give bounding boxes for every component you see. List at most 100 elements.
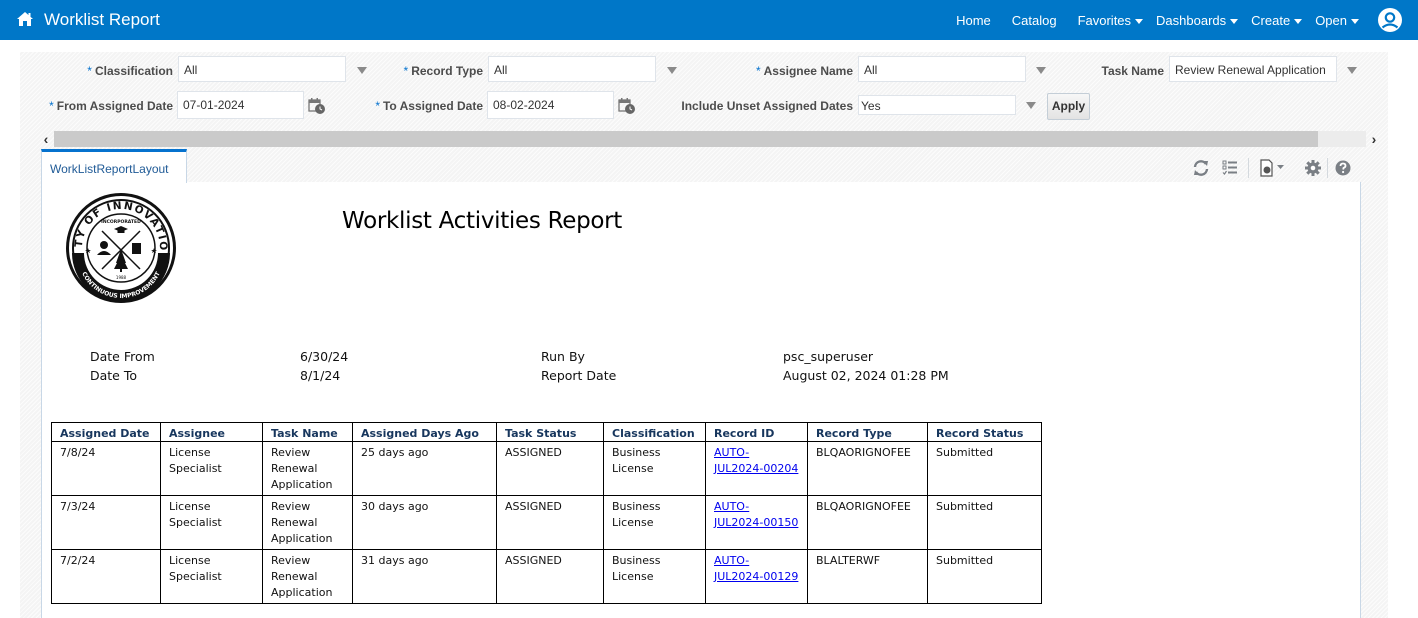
from-assigned-date-label-text: From Assigned Date <box>56 99 173 113</box>
task-name-label-text: Task Name <box>1101 64 1164 78</box>
export-icon[interactable] <box>1259 159 1287 177</box>
record-id-cell: AUTO-JUL2024-00129 <box>705 549 808 604</box>
record-type-select[interactable]: All <box>488 56 656 82</box>
include-unset-label: Include Unset Assigned Dates <box>681 99 853 113</box>
table-row: 7/2/24 License Specialist Review Renewal… <box>51 549 1042 604</box>
table-header-row: Assigned Date Assignee Task Name Assigne… <box>51 422 1042 442</box>
nav-favorites-label: Favorites <box>1077 12 1132 28</box>
record-id-link[interactable]: AUTO-JUL2024-00150 <box>714 500 798 529</box>
record-type-cell: BLQAORIGNOFEE <box>807 441 928 496</box>
home-icon[interactable] <box>16 11 34 27</box>
user-avatar-icon[interactable] <box>1378 8 1402 32</box>
date-to-value: 8/1/24 <box>300 368 341 383</box>
include-unset-dropdown-icon[interactable] <box>1026 102 1036 109</box>
assignee-name-label: * Assignee Name <box>756 64 853 78</box>
nav-catalog-label: Catalog <box>1011 12 1057 28</box>
tab-worklist-report-layout[interactable]: WorkListReportLayout <box>41 149 187 183</box>
calendar-icon[interactable] <box>308 97 326 115</box>
record-status-cell: Submitted <box>927 495 1042 550</box>
scroll-right-icon[interactable]: › <box>1366 131 1382 147</box>
column-header: Assigned Days Ago <box>352 422 497 442</box>
caret-down-icon <box>1294 18 1303 24</box>
record-type-cell: BLALTERWF <box>807 549 928 604</box>
record-type-label-text: Record Type <box>411 64 483 78</box>
task-status-cell: ASSIGNED <box>496 549 604 604</box>
required-marker: * <box>755 64 761 78</box>
column-header: Record Type <box>807 422 928 442</box>
classification-cell: Business License <box>603 441 706 496</box>
table-row: 7/3/24 License Specialist Review Renewal… <box>51 495 1042 550</box>
column-header: Classification <box>603 422 706 442</box>
record-id-cell: AUTO-JUL2024-00150 <box>705 495 808 550</box>
classification-cell: Business License <box>603 549 706 604</box>
nav-home[interactable]: Home <box>956 13 991 28</box>
global-nav: Home Catalog Favorites Dashboards Create… <box>956 0 1418 40</box>
report-title: Worklist Activities Report <box>342 208 623 234</box>
task-name-select[interactable]: Review Renewal Application <box>1169 56 1337 82</box>
settings-icon[interactable] <box>1304 159 1322 177</box>
required-marker: * <box>87 64 92 78</box>
record-id-link[interactable]: AUTO-JUL2024-00129 <box>714 554 798 583</box>
task-name-cell: Review Renewal Application <box>262 549 353 604</box>
include-unset-select[interactable]: Yes <box>858 95 1016 115</box>
required-marker: * <box>49 99 54 113</box>
caret-down-icon <box>1230 18 1239 24</box>
record-type-cell: BLQAORIGNOFEE <box>807 495 928 550</box>
top-bar: Worklist Report Home Catalog Favorites D… <box>0 0 1418 40</box>
classification-dropdown-icon[interactable] <box>357 67 367 74</box>
horizontal-scrollbar[interactable]: ‹ › <box>38 131 1383 147</box>
nav-favorites[interactable]: Favorites <box>1077 12 1144 28</box>
column-header: Record ID <box>705 422 808 442</box>
app-title: Worklist Report <box>44 10 160 29</box>
list-icon[interactable] <box>1221 159 1239 177</box>
nav-create-label: Create <box>1251 12 1291 28</box>
from-assigned-date-label: * From Assigned Date <box>49 99 173 113</box>
caret-down-icon <box>1351 18 1359 24</box>
report-date-label: Report Date <box>541 368 617 383</box>
days-ago-cell: 31 days ago <box>352 549 497 604</box>
run-by-value: psc_superuser <box>783 349 874 364</box>
task-name-cell: Review Renewal Application <box>262 441 353 496</box>
record-id-link[interactable]: AUTO-JUL2024-00204 <box>714 446 798 475</box>
report-date-value: August 02, 2024 01:28 PM <box>783 368 949 383</box>
assigned-date-cell: 7/8/24 <box>51 441 161 496</box>
assigned-date-cell: 7/3/24 <box>51 495 161 550</box>
assignee-name-dropdown-icon[interactable] <box>1036 67 1046 74</box>
nav-open[interactable]: Open <box>1315 13 1359 28</box>
column-header: Assignee <box>160 422 263 442</box>
task-name-label: Task Name <box>1102 64 1164 78</box>
apply-button[interactable]: Apply <box>1047 93 1090 120</box>
run-by-label: Run By <box>541 349 585 364</box>
record-status-cell: Submitted <box>927 441 1042 496</box>
logo-year: 1988 <box>116 275 127 280</box>
worklist-table: Assigned Date Assignee Task Name Assigne… <box>51 422 1042 604</box>
scroll-left-icon[interactable]: ‹ <box>38 131 54 147</box>
scrollbar-thumb[interactable] <box>54 131 1318 147</box>
date-to-label: Date To <box>90 368 138 383</box>
calendar-icon[interactable] <box>618 97 636 115</box>
classification-label: * Classification <box>87 64 173 78</box>
nav-dashboards[interactable]: Dashboards <box>1156 12 1239 28</box>
classification-cell: Business License <box>603 495 706 550</box>
nav-create[interactable]: Create <box>1251 12 1303 28</box>
record-type-dropdown-icon[interactable] <box>667 67 677 74</box>
required-marker: * <box>375 99 380 113</box>
help-icon[interactable] <box>1334 159 1352 177</box>
to-assigned-date-input[interactable]: 08-02-2024 <box>487 91 614 119</box>
classification-select[interactable]: All <box>178 56 346 82</box>
from-assigned-date-input[interactable]: 07-01-2024 <box>177 91 304 119</box>
task-status-cell: ASSIGNED <box>496 441 604 496</box>
assignee-name-select[interactable]: All <box>858 56 1026 82</box>
refresh-icon[interactable] <box>1192 159 1210 177</box>
task-name-dropdown-icon[interactable] <box>1347 67 1357 74</box>
assignee-name-label-text: Assignee Name <box>763 64 853 78</box>
task-status-cell: ASSIGNED <box>496 495 604 550</box>
assignee-cell: License Specialist <box>160 441 263 496</box>
to-assigned-date-label-text: To Assigned Date <box>382 99 483 113</box>
nav-catalog[interactable]: Catalog <box>1012 13 1057 28</box>
nav-dashboards-label: Dashboards <box>1156 12 1227 28</box>
nav-open-label: Open <box>1315 12 1347 28</box>
task-name-cell: Review Renewal Application <box>262 495 353 550</box>
column-header: Record Status <box>927 422 1042 442</box>
column-header: Task Name <box>262 422 353 442</box>
